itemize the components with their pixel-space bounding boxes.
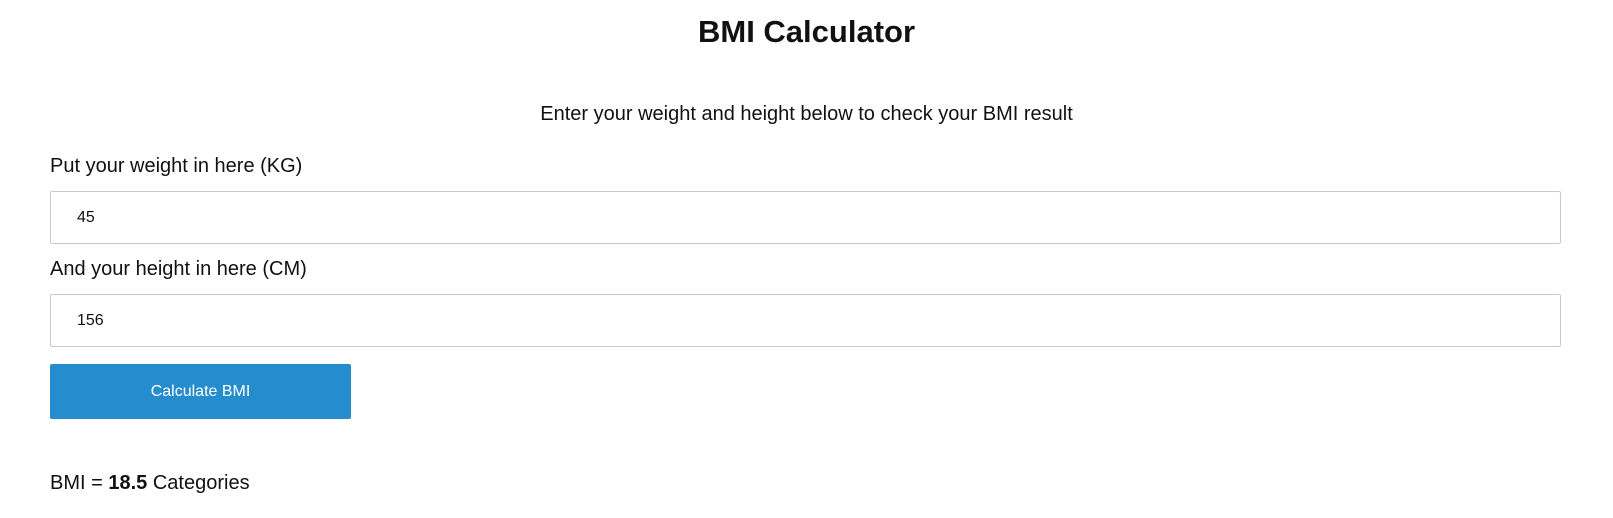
bmi-result-value: 18.5 (108, 472, 148, 494)
weight-label: Put your weight in here (KG) (50, 155, 303, 177)
bmi-result: BMI = 18.5 Categories (50, 470, 250, 496)
height-input[interactable] (50, 294, 1561, 347)
calculate-bmi-button[interactable]: Calculate BMI (50, 364, 351, 419)
height-label: And your height in here (CM) (50, 258, 307, 280)
bmi-result-prefix: BMI = (50, 472, 109, 494)
weight-input[interactable] (50, 191, 1561, 244)
intro-text: Enter your weight and height below to ch… (540, 103, 1073, 125)
page-title: BMI Calculator (697, 14, 916, 49)
bmi-result-category-label: Categories (147, 472, 250, 494)
